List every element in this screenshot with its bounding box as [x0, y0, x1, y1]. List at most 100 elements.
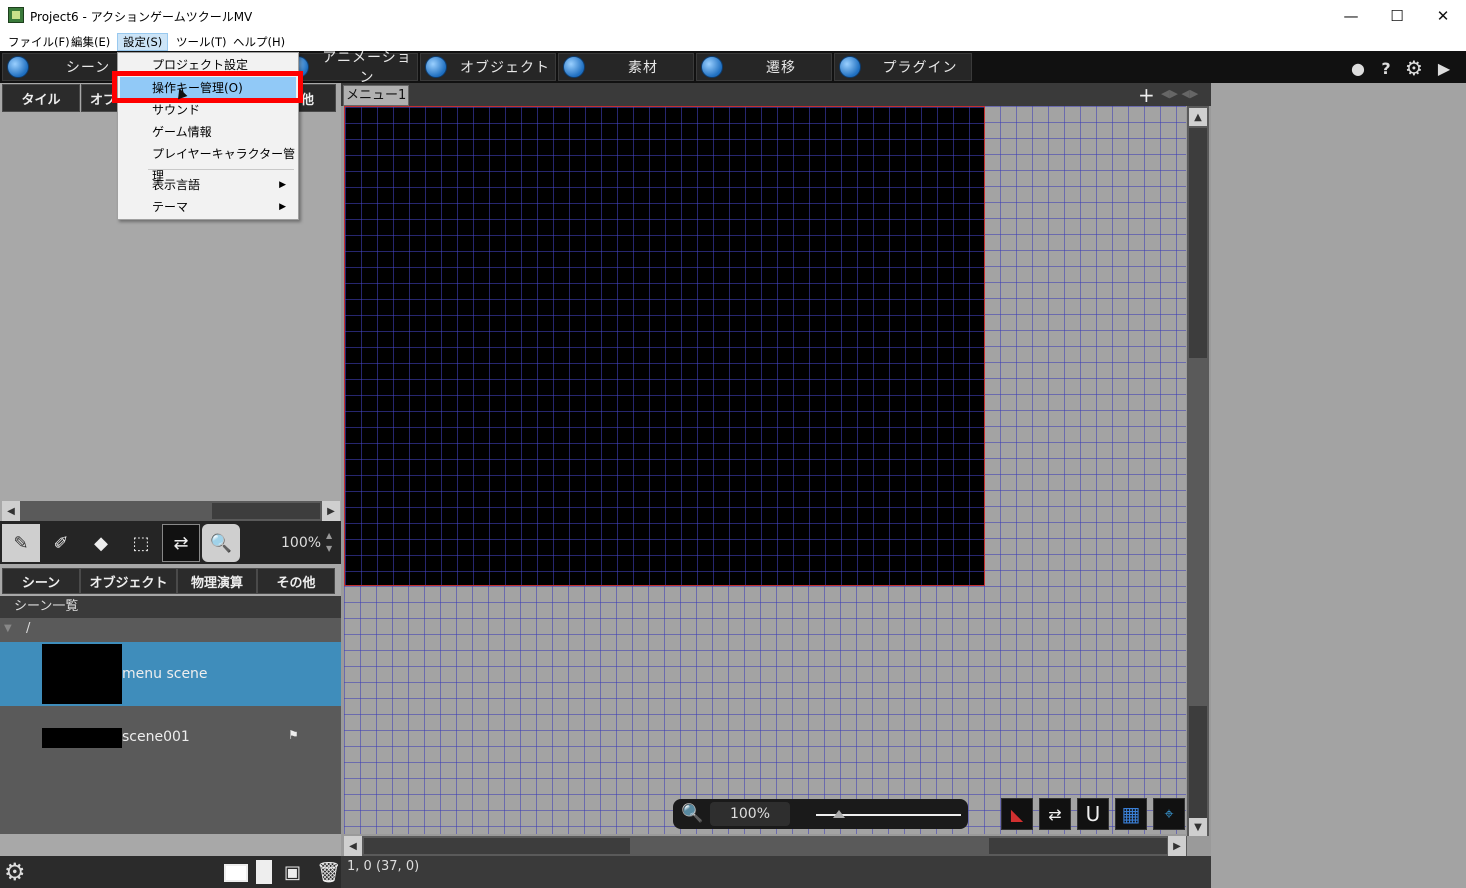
- tab-material-label: 素材: [628, 60, 658, 76]
- tile-zoom-value[interactable]: 100%: [281, 535, 321, 551]
- help-icon[interactable]: ?: [1377, 59, 1395, 78]
- editor-tab-menu1[interactable]: メニュー1: [343, 85, 409, 106]
- new-folder-icon[interactable]: ▣: [284, 862, 301, 883]
- map-icon[interactable]: ⌖: [1153, 798, 1185, 830]
- new-page-icon[interactable]: [256, 860, 272, 884]
- window-title: Project6 - アクションゲームツクールMV: [30, 10, 253, 24]
- zoom-slider-knob[interactable]: [833, 810, 845, 818]
- hscroll-thumb-right[interactable]: [989, 838, 1167, 854]
- tab-material[interactable]: 素材: [558, 53, 694, 81]
- scene-editor: メニュー1 + ◀▶ ◀▶ ▲ ▼ ◀ ▶ 🔍 100% ◣ ⇄ U ▦ ⌖ 1…: [341, 83, 1211, 888]
- menu-item-player-character[interactable]: プレイヤーキャラクター管理: [120, 143, 296, 183]
- scene-thumbnail: [42, 728, 122, 748]
- editor-zoom-control: 🔍 100%: [673, 799, 968, 829]
- record-icon[interactable]: ●: [1349, 59, 1367, 78]
- scene-row-menu-scene[interactable]: menu scene: [0, 642, 341, 706]
- tab-others[interactable]: その他: [257, 568, 335, 594]
- editor-vertical-scrollbar[interactable]: ▲ ▼: [1187, 106, 1209, 836]
- maximize-button[interactable]: ☐: [1374, 0, 1420, 31]
- transition-icon: [701, 56, 723, 78]
- menu-item-theme-label: テーマ: [152, 200, 189, 214]
- scene-name: scene001: [122, 729, 190, 745]
- link-view-tool-icon[interactable]: ⇄: [162, 524, 200, 562]
- tab-scenes[interactable]: シーン: [2, 568, 80, 594]
- menu-item-theme[interactable]: テーマ ▶: [120, 196, 296, 218]
- menu-separator: [148, 169, 294, 170]
- magnet-icon[interactable]: U: [1077, 798, 1109, 830]
- root-folder-row[interactable]: ▼ /: [0, 618, 341, 642]
- menu-file[interactable]: ファイル(F): [3, 33, 75, 51]
- material-icon: [563, 56, 585, 78]
- menu-settings[interactable]: 設定(S): [117, 33, 169, 51]
- right-empty-area: [1211, 83, 1466, 888]
- menu-tools[interactable]: ツール(T): [171, 33, 232, 51]
- scroll-down-icon[interactable]: ▼: [1189, 818, 1207, 836]
- scene-list-footer: ⚙ ▣ 🗑: [0, 856, 341, 888]
- editor-horizontal-scrollbar[interactable]: ◀ ▶: [344, 836, 1187, 856]
- eraser-tool-icon[interactable]: ◆: [82, 524, 120, 562]
- submenu-arrow-icon: ▶: [279, 202, 286, 212]
- editor-zoom-value[interactable]: 100%: [710, 802, 790, 826]
- app-icon: [8, 7, 24, 23]
- zoom-magnifier-icon[interactable]: 🔍: [681, 803, 703, 825]
- title-bar: Project6 - アクションゲームツクールMV — ☐ ✕: [0, 0, 1466, 31]
- annotation-highlight-box: [112, 71, 303, 103]
- select-tool-icon[interactable]: ⬚: [122, 524, 160, 562]
- plugin-icon: [839, 56, 861, 78]
- link-view-icon[interactable]: ⇄: [1039, 798, 1071, 830]
- tab-plugin[interactable]: プラグイン: [834, 53, 972, 81]
- scroll-up-icon[interactable]: ▲: [1189, 108, 1207, 126]
- tab-transition[interactable]: 遷移: [696, 53, 832, 81]
- tab-objects[interactable]: オブジェクト: [80, 568, 177, 594]
- status-bar: 1, 0 (37, 0): [341, 856, 1211, 888]
- menu-edit[interactable]: 編集(E): [66, 33, 115, 51]
- hscroll-right-icon[interactable]: ▶: [1168, 836, 1186, 856]
- layer-paint-icon[interactable]: ◣: [1001, 798, 1033, 830]
- root-folder-label: /: [26, 621, 31, 636]
- tab-tile[interactable]: タイル: [2, 84, 80, 112]
- pencil-tool-icon[interactable]: ✎: [2, 524, 40, 562]
- gear-icon[interactable]: ⚙: [1405, 56, 1423, 80]
- scene-row-scene001[interactable]: scene001 ⚑: [0, 706, 341, 834]
- new-scene-icon[interactable]: [224, 864, 248, 882]
- menu-item-display-language-label: 表示言語: [152, 178, 201, 192]
- minimize-button[interactable]: —: [1328, 0, 1374, 31]
- trash-icon[interactable]: 🗑: [316, 860, 341, 884]
- hscroll-thumb-left[interactable]: [364, 838, 630, 854]
- hscroll-left-icon[interactable]: ◀: [344, 836, 362, 856]
- scene-name: menu scene: [122, 666, 208, 682]
- menu-item-display-language[interactable]: 表示言語 ▶: [120, 174, 296, 196]
- tab-physics[interactable]: 物理演算: [177, 568, 257, 594]
- play-icon[interactable]: ▶: [1435, 59, 1453, 78]
- grid-icon[interactable]: ▦: [1115, 798, 1147, 830]
- edit-tool-icon[interactable]: ✐: [42, 524, 80, 562]
- tab-prev-icon[interactable]: ◀▶ ◀▶: [1161, 87, 1198, 100]
- add-tab-icon[interactable]: +: [1138, 83, 1155, 107]
- vertical-scroll-thumb[interactable]: [1189, 128, 1207, 358]
- scene-list-header: シーン一覧: [0, 596, 341, 618]
- scroll-left-icon[interactable]: ◀: [2, 501, 20, 521]
- scene-area[interactable]: [344, 106, 985, 586]
- menu-help[interactable]: ヘルプ(H): [228, 33, 290, 51]
- tab-animation-label: アニメーション: [322, 50, 412, 86]
- scroll-thumb[interactable]: [212, 503, 320, 519]
- scroll-right-icon[interactable]: ▶: [322, 501, 340, 521]
- scene-thumbnail: [42, 644, 122, 704]
- close-button[interactable]: ✕: [1420, 0, 1466, 31]
- folder-expand-icon[interactable]: ▼: [4, 623, 12, 634]
- menu-item-game-info[interactable]: ゲーム情報: [120, 121, 296, 143]
- menu-bar: ファイル(F) 編集(E) 設定(S) ツール(T) ヘルプ(H): [0, 31, 1466, 51]
- zoom-tool-icon[interactable]: 🔍: [202, 524, 240, 562]
- tile-horizontal-scrollbar[interactable]: ◀ ▶: [2, 501, 340, 521]
- scene-settings-icon[interactable]: ⚙: [4, 859, 26, 885]
- start-flag-icon: ⚑: [288, 728, 299, 742]
- submenu-arrow-icon: ▶: [279, 180, 286, 190]
- tab-transition-label: 遷移: [766, 60, 796, 76]
- tab-object[interactable]: オブジェクト: [420, 53, 556, 81]
- scene-icon: [7, 56, 29, 78]
- tile-tool-row: ✎ ✐ ◆ ⬚ ⇄ 🔍 100% ▲ ▼: [0, 521, 341, 564]
- editor-canvas[interactable]: [344, 106, 1186, 834]
- zoom-stepper-icon[interactable]: ▲ ▼: [326, 529, 332, 555]
- vertical-scroll-thumb-lower[interactable]: [1189, 706, 1207, 818]
- object-icon: [425, 56, 447, 78]
